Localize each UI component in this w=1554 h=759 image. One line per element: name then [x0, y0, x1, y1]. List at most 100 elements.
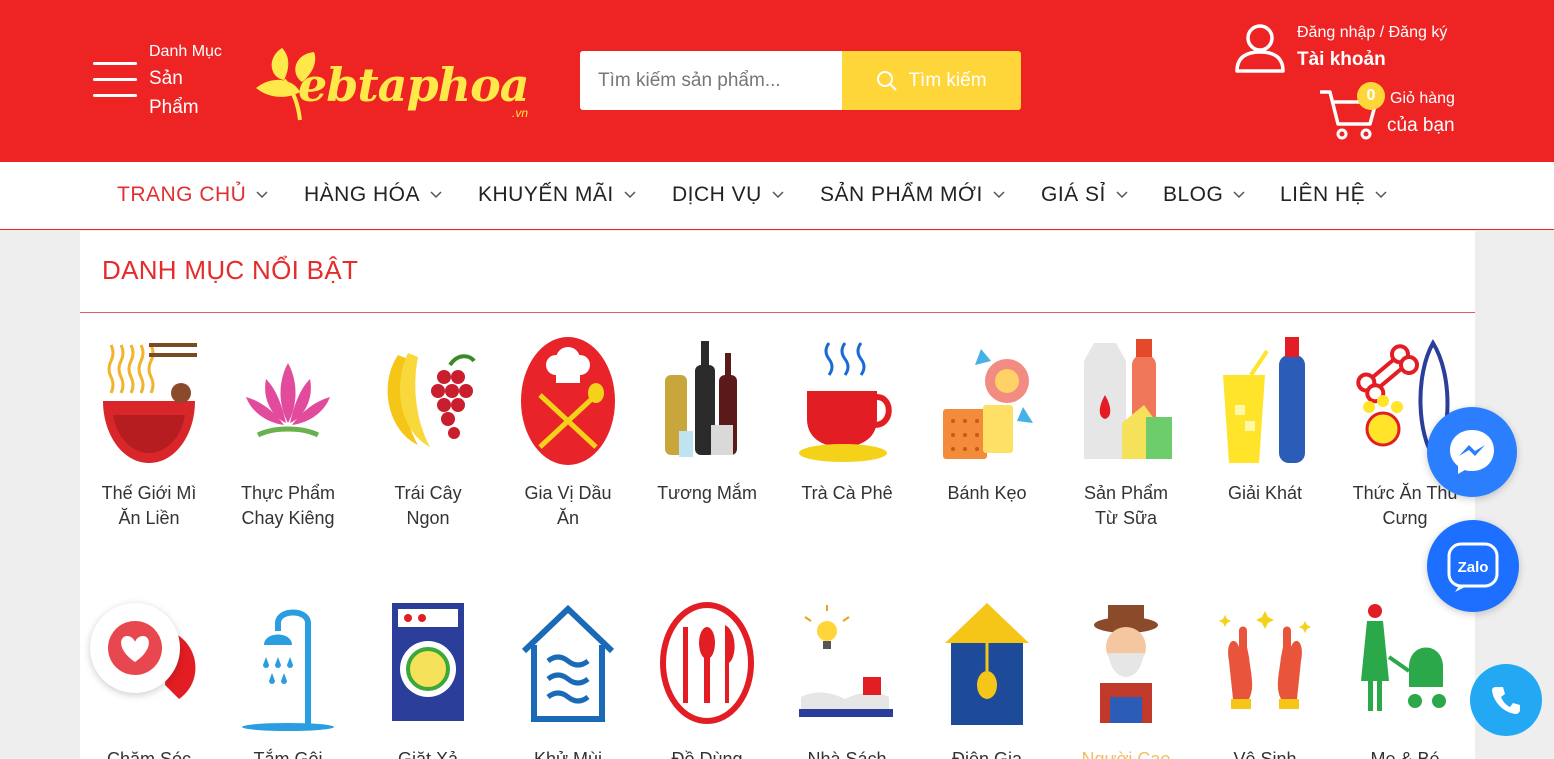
- house-air-icon: [521, 604, 615, 722]
- main-nav: TRANG CHỦ HÀNG HÓA KHUYẾN MÃI DỊCH VỤ SẢ…: [0, 162, 1554, 230]
- featured-categories-panel: DANH MỤC NỔI BẬT Thế Giới Mì Ăn Liền Thự…: [80, 231, 1475, 759]
- nav-label: SẢN PHẨM MỚI: [820, 183, 983, 206]
- account-link[interactable]: Tài khoản: [1297, 49, 1386, 71]
- login-register-link[interactable]: Đăng nhập / Đăng ký: [1297, 24, 1447, 42]
- category-item[interactable]: Đồ Dùng: [642, 601, 772, 759]
- category-item[interactable]: Giặt Xả: [363, 601, 493, 759]
- nav-label: GIÁ SỈ: [1041, 183, 1106, 206]
- stroller-icon: [1361, 604, 1446, 711]
- nav-label: BLOG: [1163, 183, 1224, 206]
- category-item[interactable]: Nhà Sách: [782, 601, 912, 759]
- category-label: Bánh Kẹo: [947, 483, 1027, 503]
- category-label: Khử Mùi: [533, 749, 603, 759]
- fruit-icon: [387, 353, 476, 447]
- nav-label: HÀNG HÓA: [304, 183, 421, 206]
- category-label-line3: Phẩm: [149, 97, 199, 118]
- category-item[interactable]: Giải Khát: [1200, 335, 1330, 506]
- nav-item-promotions[interactable]: KHUYẾN MÃI: [478, 183, 636, 207]
- category-item[interactable]: Mẹ & Bé: [1340, 601, 1470, 759]
- cart-count-badge: 0: [1357, 82, 1385, 110]
- category-item[interactable]: Điện Gia: [922, 601, 1052, 759]
- category-item[interactable]: Bánh Kẹo: [922, 335, 1052, 506]
- category-item[interactable]: Gia Vị Dầu Ăn: [503, 335, 633, 531]
- zalo-chat-button[interactable]: Zalo: [1427, 520, 1519, 612]
- chevron-down-icon: [624, 191, 636, 199]
- category-label: Tương Mắm: [657, 483, 757, 503]
- cart-label-line2[interactable]: của bạn: [1387, 115, 1455, 137]
- section-title: DANH MỤC NỔI BẬT: [102, 255, 359, 285]
- nav-item-services[interactable]: DỊCH VỤ: [672, 183, 784, 207]
- category-item[interactable]: Khử Mùi: [503, 601, 633, 759]
- category-item[interactable]: Thực Phẩm Chay Kiêng: [223, 335, 353, 531]
- washing-machine-icon: [392, 603, 464, 721]
- call-button[interactable]: [1470, 664, 1542, 736]
- logo-suffix: .vn: [512, 106, 529, 120]
- phone-icon: [1492, 687, 1520, 714]
- zalo-label: Zalo: [1458, 559, 1489, 576]
- lotus-icon: [246, 363, 330, 438]
- category-label: Tắm Gội: [253, 749, 323, 759]
- book-lamp-icon: [799, 605, 893, 717]
- nav-item-contact[interactable]: LIÊN HỆ: [1280, 183, 1387, 207]
- chevron-down-icon: [993, 191, 1005, 199]
- shower-icon: [242, 609, 334, 731]
- category-label-line1: Danh Mục: [149, 43, 222, 60]
- messenger-icon: [1450, 430, 1494, 474]
- category-item[interactable]: Trái Cây Ngon: [363, 335, 493, 531]
- lamp-house-icon: [945, 603, 1029, 725]
- nav-label: KHUYẾN MÃI: [478, 183, 614, 206]
- heart-icon: [108, 621, 162, 675]
- messenger-chat-button[interactable]: [1427, 407, 1517, 497]
- search-button[interactable]: Tìm kiếm: [842, 51, 1021, 110]
- old-man-icon: [1094, 605, 1158, 723]
- nav-label: TRANG CHỦ: [117, 183, 247, 206]
- coffee-cup-icon: [799, 342, 892, 462]
- category-item[interactable]: Người Cao: [1061, 601, 1191, 759]
- nav-item-goods[interactable]: HÀNG HÓA: [304, 183, 442, 207]
- category-item[interactable]: Thế Giới Mì Ăn Liền: [84, 335, 214, 531]
- nav-label: LIÊN HỆ: [1280, 183, 1366, 206]
- milk-icon: [1084, 339, 1172, 459]
- hamburger-menu-icon[interactable]: [93, 62, 137, 98]
- category-item[interactable]: Tương Mắm: [642, 335, 772, 506]
- search-icon: [877, 70, 898, 91]
- nav-item-blog[interactable]: BLOG: [1163, 183, 1245, 207]
- category-menu-label[interactable]: Danh Mục Sản Phẩm: [149, 40, 249, 122]
- category-label: Trái Cây Ngon: [394, 483, 462, 528]
- category-label: Người Cao: [1081, 749, 1171, 759]
- gloves-icon: [1219, 611, 1311, 709]
- zalo-icon: Zalo: [1447, 542, 1499, 592]
- search-button-label: Tìm kiếm: [908, 69, 987, 91]
- nav-label: DỊCH VỤ: [672, 183, 762, 206]
- site-logo[interactable]: ebtaphoa .vn: [254, 44, 554, 124]
- category-label: Trà Cà Phê: [801, 483, 893, 503]
- nav-item-new-products[interactable]: SẢN PHẨM MỚI: [820, 183, 1005, 207]
- search-input[interactable]: [580, 51, 842, 110]
- user-account-icon[interactable]: [1234, 22, 1286, 74]
- category-label: Nhà Sách: [807, 749, 887, 759]
- drinks-icon: [1223, 337, 1305, 463]
- category-label: Thực Phẩm Chay Kiêng: [240, 483, 336, 528]
- chevron-down-icon: [256, 191, 268, 199]
- nav-item-home[interactable]: TRANG CHỦ: [117, 183, 268, 207]
- category-label: Điện Gia: [951, 749, 1023, 759]
- cutlery-icon: [660, 602, 754, 724]
- bottles-icon: [665, 341, 737, 457]
- category-label: Chăm Sóc: [106, 749, 192, 759]
- logo-text: ebtaphoa: [298, 58, 530, 112]
- chevron-down-icon: [1233, 191, 1245, 199]
- nav-item-wholesale[interactable]: GIÁ SỈ: [1041, 183, 1128, 207]
- noodle-bowl-icon: [103, 343, 197, 463]
- category-item[interactable]: Vệ Sinh: [1200, 601, 1330, 759]
- category-item[interactable]: Trà Cà Phê: [782, 335, 912, 506]
- category-label: Thế Giới Mì Ăn Liền: [101, 483, 197, 528]
- category-item[interactable]: Tắm Gội: [223, 601, 353, 759]
- favorites-button[interactable]: [90, 603, 180, 693]
- header-bar: Danh Mục Sản Phẩm ebtaphoa .vn Tìm kiếm …: [0, 0, 1554, 162]
- category-label: Gia Vị Dầu Ăn: [524, 483, 612, 528]
- cart-label-line1[interactable]: Giỏ hàng: [1390, 90, 1455, 108]
- chef-hat-icon: [521, 337, 615, 465]
- chevron-down-icon: [1116, 191, 1128, 199]
- category-label: Vệ Sinh: [1233, 749, 1297, 759]
- category-item[interactable]: Sản Phẩm Từ Sữa: [1061, 335, 1191, 531]
